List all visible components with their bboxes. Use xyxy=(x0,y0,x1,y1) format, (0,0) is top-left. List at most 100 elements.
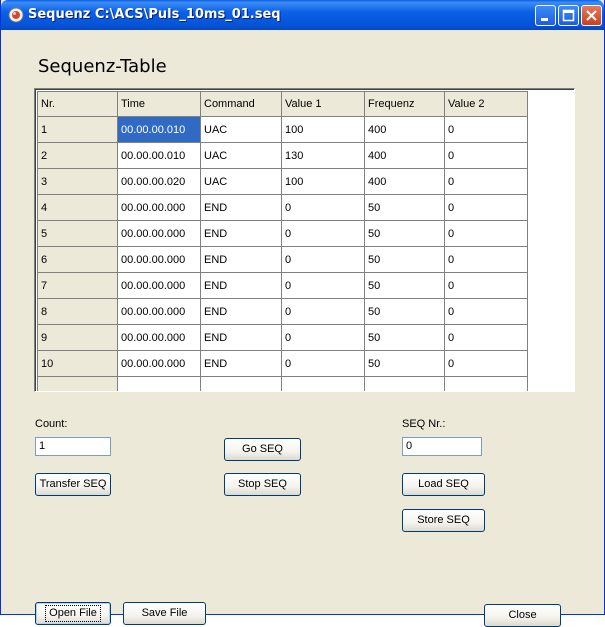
cell-nr[interactable]: 7 xyxy=(37,272,118,299)
cell-time[interactable]: 00.00.00.000 xyxy=(117,272,201,299)
column-header-nr[interactable]: Nr. xyxy=(37,91,118,117)
cell-command[interactable]: UAC xyxy=(200,142,282,169)
stop-seq-button[interactable]: Stop SEQ xyxy=(224,473,301,496)
cell-frequenz[interactable]: 50 xyxy=(364,298,445,325)
cell-value-2[interactable]: 0 xyxy=(444,168,528,195)
cell-nr[interactable]: 6 xyxy=(37,246,118,273)
cell-value-1[interactable]: 100 xyxy=(281,168,365,195)
cell-frequenz[interactable]: 50 xyxy=(364,272,445,299)
sequence-grid[interactable]: Nr. Time Command Value 1 Frequenz Value … xyxy=(34,88,575,392)
cell-frequenz[interactable]: 400 xyxy=(364,142,445,169)
cell-time[interactable]: 00.00.00.000 xyxy=(117,194,201,221)
cell-frequenz[interactable]: 50 xyxy=(364,324,445,351)
table-row[interactable]: 4 00.00.00.000 END 0 50 0 xyxy=(37,194,528,221)
cell-value-1[interactable]: 0 xyxy=(281,246,365,273)
cell-value-1[interactable]: 0 xyxy=(281,220,365,247)
table-row[interactable]: 2 00.00.00.010 UAC 130 400 0 xyxy=(37,142,528,169)
window-title: Sequenz C:\ACS\Puls_10ms_01.seq xyxy=(28,7,281,22)
cell-value-2[interactable]: 0 xyxy=(444,246,528,273)
cell-nr[interactable]: 1 xyxy=(37,116,118,143)
cell-frequenz[interactable]: 50 xyxy=(364,246,445,273)
table-row[interactable]: 6 00.00.00.000 END 0 50 0 xyxy=(37,246,528,273)
cell-value-1[interactable]: 130 xyxy=(281,142,365,169)
cell-command[interactable]: UAC xyxy=(200,116,282,143)
cell-nr[interactable] xyxy=(37,376,118,391)
column-header-value-1[interactable]: Value 1 xyxy=(281,91,365,117)
cell-value-2[interactable]: 0 xyxy=(444,272,528,299)
cell-value-2[interactable] xyxy=(444,376,528,391)
cell-time[interactable]: 00.00.00.000 xyxy=(117,220,201,247)
cell-nr[interactable]: 4 xyxy=(37,194,118,221)
table-row[interactable]: 7 00.00.00.000 END 0 50 0 xyxy=(37,272,528,299)
cell-nr[interactable]: 2 xyxy=(37,142,118,169)
cell-command[interactable]: END xyxy=(200,246,282,273)
cell-frequenz[interactable]: 50 xyxy=(364,220,445,247)
cell-value-1[interactable]: 0 xyxy=(281,194,365,221)
cell-command[interactable]: END xyxy=(200,298,282,325)
close-window-button[interactable] xyxy=(581,5,602,26)
cell-command[interactable]: END xyxy=(200,272,282,299)
table-row[interactable]: 1 00.00.00.010 UAC 100 400 0 xyxy=(37,116,528,143)
cell-value-1[interactable]: 100 xyxy=(281,116,365,143)
cell-nr[interactable]: 5 xyxy=(37,220,118,247)
save-file-button[interactable]: Save File xyxy=(123,602,206,625)
cell-value-1[interactable]: 0 xyxy=(281,350,365,377)
open-file-button[interactable]: Open File xyxy=(35,602,111,625)
column-header-value-2[interactable]: Value 2 xyxy=(444,91,528,117)
table-row[interactable]: 8 00.00.00.000 END 0 50 0 xyxy=(37,298,528,325)
cell-time[interactable]: 00.00.00.010 xyxy=(117,142,201,169)
cell-time[interactable]: 00.00.00.000 xyxy=(117,298,201,325)
maximize-button[interactable] xyxy=(558,5,579,26)
load-seq-button[interactable]: Load SEQ xyxy=(402,473,485,496)
table-row[interactable]: 9 00.00.00.000 END 0 50 0 xyxy=(37,324,528,351)
cell-frequenz[interactable]: 400 xyxy=(364,116,445,143)
column-header-time[interactable]: Time xyxy=(117,91,201,117)
table-row[interactable]: 5 00.00.00.000 END 0 50 0 xyxy=(37,220,528,247)
minimize-button[interactable] xyxy=(535,5,556,26)
table-row[interactable]: 3 00.00.00.020 UAC 100 400 0 xyxy=(37,168,528,195)
cell-frequenz[interactable]: 50 xyxy=(364,194,445,221)
cell-time[interactable] xyxy=(117,376,201,391)
cell-frequenz[interactable]: 400 xyxy=(364,168,445,195)
cell-nr[interactable]: 8 xyxy=(37,298,118,325)
cell-value-2[interactable]: 0 xyxy=(444,220,528,247)
close-icon xyxy=(586,10,597,21)
cell-time[interactable]: 00.00.00.000 xyxy=(117,324,201,351)
store-seq-button[interactable]: Store SEQ xyxy=(402,509,485,532)
cell-time[interactable]: 00.00.00.020 xyxy=(117,168,201,195)
cell-time[interactable]: 00.00.00.000 xyxy=(117,350,201,377)
column-header-command[interactable]: Command xyxy=(200,91,282,117)
cell-time[interactable]: 00.00.00.010 xyxy=(117,116,201,143)
cell-value-2[interactable]: 0 xyxy=(444,298,528,325)
cell-frequenz[interactable]: 50 xyxy=(364,350,445,377)
cell-command[interactable]: END xyxy=(200,324,282,351)
title-bar[interactable]: Sequenz C:\ACS\Puls_10ms_01.seq xyxy=(1,0,604,30)
table-row[interactable] xyxy=(37,376,528,391)
count-input[interactable]: 1 xyxy=(35,437,111,456)
cell-value-1[interactable] xyxy=(281,376,365,391)
cell-value-1[interactable]: 0 xyxy=(281,298,365,325)
cell-command[interactable]: END xyxy=(200,350,282,377)
cell-command[interactable]: END xyxy=(200,194,282,221)
cell-value-2[interactable]: 0 xyxy=(444,194,528,221)
cell-nr[interactable]: 10 xyxy=(37,350,118,377)
cell-value-2[interactable]: 0 xyxy=(444,350,528,377)
transfer-seq-button[interactable]: Transfer SEQ xyxy=(35,473,111,496)
cell-nr[interactable]: 3 xyxy=(37,168,118,195)
cell-frequenz[interactable] xyxy=(364,376,445,391)
go-seq-button[interactable]: Go SEQ xyxy=(224,438,301,461)
cell-value-2[interactable]: 0 xyxy=(444,324,528,351)
cell-value-1[interactable]: 0 xyxy=(281,272,365,299)
cell-value-2[interactable]: 0 xyxy=(444,116,528,143)
cell-value-1[interactable]: 0 xyxy=(281,324,365,351)
cell-value-2[interactable]: 0 xyxy=(444,142,528,169)
seq-nr-input[interactable]: 0 xyxy=(402,437,482,456)
cell-command[interactable]: UAC xyxy=(200,168,282,195)
cell-command[interactable] xyxy=(200,376,282,391)
sequence-table[interactable]: Nr. Time Command Value 1 Frequenz Value … xyxy=(37,91,528,391)
cell-time[interactable]: 00.00.00.000 xyxy=(117,246,201,273)
cell-nr[interactable]: 9 xyxy=(37,324,118,351)
table-row[interactable]: 10 00.00.00.000 END 0 50 0 xyxy=(37,350,528,377)
column-header-frequenz[interactable]: Frequenz xyxy=(364,91,445,117)
cell-command[interactable]: END xyxy=(200,220,282,247)
